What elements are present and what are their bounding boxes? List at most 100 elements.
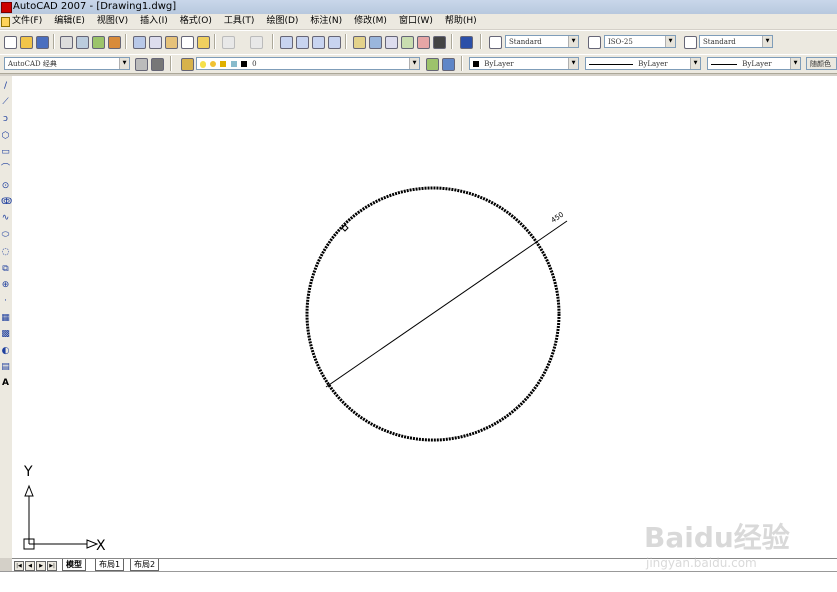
undo-icon[interactable] bbox=[222, 36, 235, 49]
rectangle-icon[interactable]: ▭ bbox=[1, 148, 10, 157]
dim-style-value: ISO-25 bbox=[608, 38, 633, 46]
layer-previous-icon[interactable] bbox=[442, 58, 455, 71]
tab-model[interactable]: 模型 bbox=[62, 559, 86, 571]
zoom-window-icon[interactable] bbox=[312, 36, 325, 49]
gradient-icon[interactable]: ▩ bbox=[1, 330, 10, 339]
save-icon[interactable] bbox=[36, 36, 49, 49]
redo-icon[interactable] bbox=[250, 36, 263, 49]
chevron-down-icon[interactable]: ▼ bbox=[409, 58, 419, 69]
linetype-sample bbox=[589, 63, 633, 65]
lineweight-select[interactable]: ByLayer ▼ bbox=[707, 57, 801, 70]
menu-insert[interactable]: 插入(I) bbox=[140, 14, 168, 29]
properties-icon[interactable] bbox=[353, 36, 366, 49]
layer-icon[interactable] bbox=[181, 58, 194, 71]
print-icon[interactable] bbox=[60, 36, 73, 49]
tab-layout2[interactable]: 布局2 bbox=[130, 559, 160, 571]
chevron-down-icon[interactable]: ▼ bbox=[665, 36, 675, 47]
workspace-settings-icon[interactable] bbox=[135, 58, 148, 71]
menu-dimension[interactable]: 标注(N) bbox=[310, 14, 342, 29]
cut-icon[interactable] bbox=[133, 36, 146, 49]
polygon-icon[interactable]: ⬡ bbox=[1, 132, 10, 141]
workspace-select[interactable]: AutoCAD 经典 ▼ bbox=[4, 57, 130, 70]
insert-block-icon[interactable]: ⧉ bbox=[1, 265, 10, 274]
make-current-layer-icon[interactable] bbox=[426, 58, 439, 71]
publish-icon[interactable] bbox=[92, 36, 105, 49]
menu-view[interactable]: 视图(V) bbox=[97, 14, 128, 29]
lineweight-value: ByLayer bbox=[742, 60, 772, 68]
last-tab-icon[interactable]: ▶| bbox=[47, 561, 57, 571]
menu-draw[interactable]: 绘图(D) bbox=[266, 14, 298, 29]
hatch-icon[interactable]: ▦ bbox=[1, 314, 10, 323]
region-icon[interactable]: ◐ bbox=[1, 347, 10, 356]
ellipse-icon[interactable]: ⬭ bbox=[1, 231, 10, 240]
chevron-down-icon[interactable]: ▼ bbox=[690, 58, 700, 69]
first-tab-icon[interactable]: |◀ bbox=[14, 561, 24, 571]
menu-edit[interactable]: 编辑(E) bbox=[54, 14, 85, 29]
polyline-icon[interactable]: ↄ bbox=[1, 115, 10, 124]
text-icon[interactable]: A bbox=[1, 379, 10, 388]
menu-help[interactable]: 帮助(H) bbox=[445, 14, 477, 29]
layer-freeze-icon[interactable] bbox=[210, 61, 217, 67]
next-tab-icon[interactable]: ▶ bbox=[36, 561, 46, 571]
menu-tools[interactable]: 工具(T) bbox=[224, 14, 255, 29]
tab-layout1[interactable]: 布局1 bbox=[95, 559, 125, 571]
menu-format[interactable]: 格式(O) bbox=[180, 14, 212, 29]
table-style-select[interactable]: Standard ▼ bbox=[699, 35, 773, 48]
spline-icon[interactable]: ∿ bbox=[1, 214, 10, 223]
design-center-icon[interactable] bbox=[369, 36, 382, 49]
layer-plot-icon[interactable] bbox=[230, 61, 237, 67]
menu-modify[interactable]: 修改(M) bbox=[354, 14, 387, 29]
copy-icon[interactable] bbox=[149, 36, 162, 49]
3d-dwf-icon[interactable] bbox=[108, 36, 121, 49]
text-style-icon[interactable] bbox=[489, 36, 502, 49]
linetype-select[interactable]: ByLayer ▼ bbox=[585, 57, 701, 70]
block-editor-icon[interactable] bbox=[197, 36, 210, 49]
new-icon[interactable] bbox=[4, 36, 17, 49]
zoom-realtime-icon[interactable] bbox=[296, 36, 309, 49]
chevron-down-icon[interactable]: ▼ bbox=[119, 58, 129, 69]
app-icon[interactable] bbox=[1, 2, 12, 13]
menu-file[interactable]: 文件(F) bbox=[12, 14, 42, 29]
prev-tab-icon[interactable]: ◀ bbox=[25, 561, 35, 571]
paste-icon[interactable] bbox=[165, 36, 178, 49]
layer-select[interactable]: 0 ▼ bbox=[196, 57, 420, 70]
dim-style-select[interactable]: ISO-25 ▼ bbox=[604, 35, 676, 48]
revision-cloud-icon[interactable]: ↂ bbox=[1, 198, 12, 207]
circle-icon[interactable]: ⊙ bbox=[1, 182, 10, 191]
drawing-canvas[interactable]: 450 Y X bbox=[12, 76, 837, 558]
arc-icon[interactable]: ⌒ bbox=[1, 165, 10, 174]
sheet-set-icon[interactable] bbox=[401, 36, 414, 49]
help-icon[interactable] bbox=[460, 36, 473, 49]
command-line[interactable] bbox=[0, 571, 837, 592]
construction-line-icon[interactable]: ⟋ bbox=[1, 98, 10, 107]
layer-lock-icon[interactable] bbox=[220, 61, 227, 67]
match-properties-icon[interactable] bbox=[181, 36, 194, 49]
line-icon[interactable]: / bbox=[1, 82, 10, 91]
diameter-dimension-line[interactable] bbox=[325, 240, 539, 388]
color-select[interactable]: ByLayer ▼ bbox=[469, 57, 579, 70]
document-icon[interactable] bbox=[1, 17, 10, 27]
pan-icon[interactable] bbox=[280, 36, 293, 49]
dim-style-icon[interactable] bbox=[588, 36, 601, 49]
point-icon[interactable]: · bbox=[1, 297, 10, 306]
ucs-icon: Y X bbox=[23, 464, 106, 554]
chevron-down-icon[interactable]: ▼ bbox=[762, 36, 772, 47]
print-preview-icon[interactable] bbox=[76, 36, 89, 49]
table-icon[interactable]: ▤ bbox=[1, 363, 10, 372]
my-workspace-icon[interactable] bbox=[151, 58, 164, 71]
plot-style-select[interactable]: 随颜色 bbox=[806, 57, 837, 70]
text-style-select[interactable]: Standard ▼ bbox=[505, 35, 579, 48]
open-icon[interactable] bbox=[20, 36, 33, 49]
chevron-down-icon[interactable]: ▼ bbox=[568, 36, 578, 47]
layer-on-icon[interactable] bbox=[200, 60, 206, 68]
table-style-icon[interactable] bbox=[684, 36, 697, 49]
markup-icon[interactable] bbox=[417, 36, 430, 49]
ellipse-arc-icon[interactable]: ◌ bbox=[1, 248, 10, 257]
chevron-down-icon[interactable]: ▼ bbox=[568, 58, 578, 69]
zoom-previous-icon[interactable] bbox=[328, 36, 341, 49]
menu-window[interactable]: 窗口(W) bbox=[399, 14, 433, 29]
make-block-icon[interactable]: ⊕ bbox=[1, 281, 10, 290]
tool-palettes-icon[interactable] bbox=[385, 36, 398, 49]
calculator-icon[interactable] bbox=[433, 36, 446, 49]
chevron-down-icon[interactable]: ▼ bbox=[790, 58, 800, 69]
